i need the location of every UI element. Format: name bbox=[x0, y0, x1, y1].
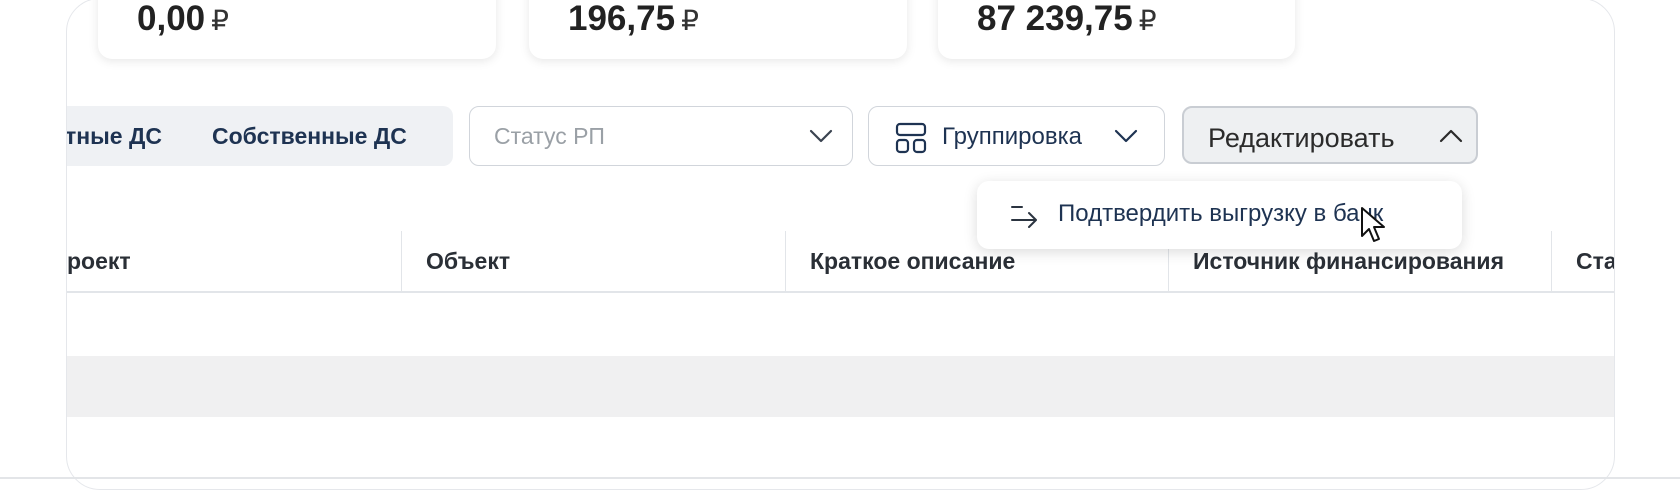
summary-amount: 87 239,75 bbox=[977, 0, 1133, 38]
funds-segmented-control: тные ДС Собственные ДС bbox=[67, 106, 453, 166]
grouping-button[interactable]: Группировка bbox=[868, 106, 1165, 166]
summary-card: 196,75 ₽ bbox=[529, 0, 907, 59]
summary-amount: 196,75 bbox=[568, 0, 676, 38]
grouping-label: Группировка bbox=[942, 123, 1082, 150]
summary-card: 0,00 ₽ bbox=[98, 0, 496, 59]
table-row[interactable] bbox=[67, 356, 1614, 417]
currency-sign: ₽ bbox=[1138, 5, 1157, 36]
segment-borrowed-funds[interactable]: тные ДС bbox=[67, 123, 162, 150]
currency-sign: ₽ bbox=[681, 5, 699, 36]
column-header-project[interactable]: роект bbox=[67, 231, 401, 291]
summary-card: 87 239,75 ₽ bbox=[938, 0, 1295, 59]
segment-own-funds[interactable]: Собственные ДС bbox=[212, 123, 407, 150]
column-header-status[interactable]: Ста bbox=[1551, 231, 1614, 291]
edit-label: Редактировать bbox=[1208, 123, 1395, 153]
chevron-down-icon bbox=[808, 125, 834, 152]
mouse-cursor-icon bbox=[1360, 206, 1390, 251]
status-rp-placeholder: Статус РП bbox=[494, 123, 605, 149]
edit-button[interactable]: Редактировать bbox=[1182, 106, 1478, 164]
currency-sign: ₽ bbox=[211, 5, 229, 36]
chevron-down-icon bbox=[1113, 125, 1139, 152]
menu-item-label: Подтвердить выгрузку в банк bbox=[1058, 200, 1384, 227]
grouping-icon bbox=[895, 122, 927, 159]
status-rp-select[interactable]: Статус РП bbox=[469, 106, 853, 166]
chevron-up-icon bbox=[1438, 125, 1464, 152]
column-header-object[interactable]: Объект bbox=[401, 231, 761, 291]
summary-amount: 0,00 bbox=[137, 0, 206, 38]
arrow-right-icon bbox=[1009, 201, 1041, 234]
